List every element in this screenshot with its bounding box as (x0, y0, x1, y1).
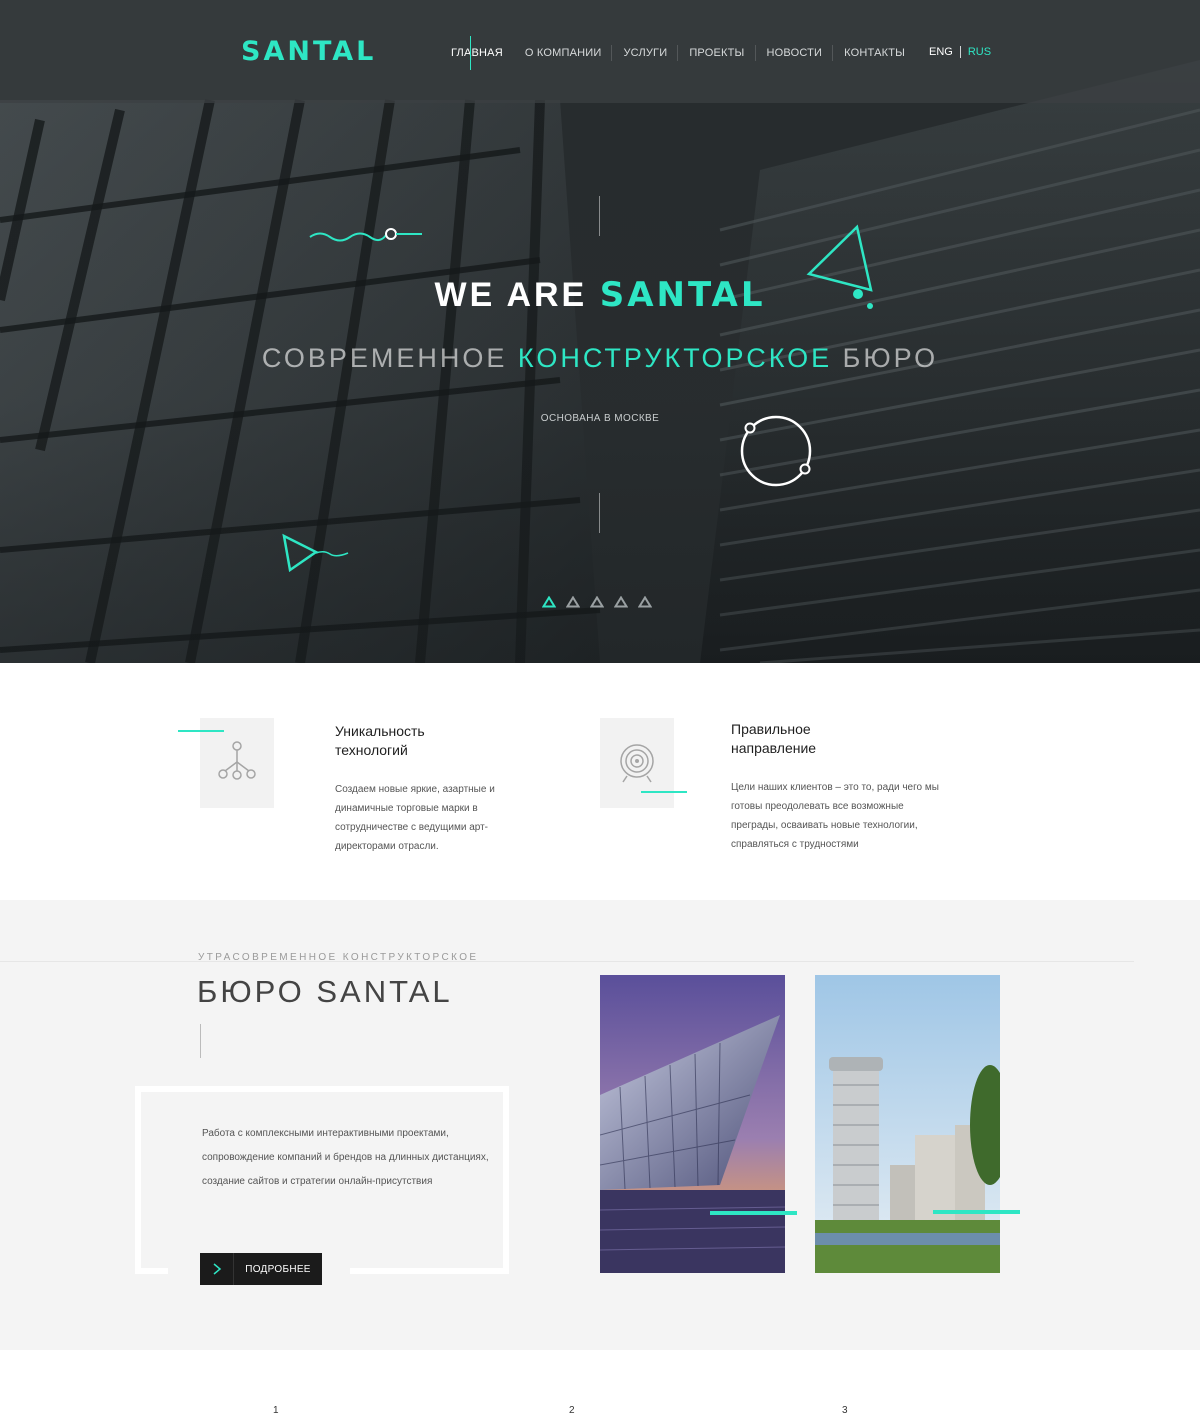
step-number: 1 (273, 1405, 279, 1416)
about-title: БЮРО SANTAL (197, 974, 453, 1009)
project-photo-glass-building[interactable] (600, 975, 785, 1273)
photo-accent-line (710, 1211, 797, 1215)
feature-accent-line (641, 791, 687, 793)
chevron-right-icon (200, 1253, 234, 1285)
nav-item-label: О КОМПАНИИ (524, 47, 602, 59)
step-number: 2 (569, 1405, 575, 1416)
nav-item-news[interactable]: НОВОСТИ (756, 36, 834, 70)
hero-title-prefix: WE ARE (434, 276, 588, 314)
wave-circle-icon (309, 228, 422, 242)
network-nodes-icon (218, 741, 256, 780)
about-vertical-line (200, 1024, 201, 1058)
main-nav: ГЛАВНАЯ О КОМПАНИИ УСЛУГИ ПРОЕКТЫ НОВОСТ… (440, 36, 916, 70)
language-switcher: ENG RUS (929, 46, 991, 58)
photo-accent-line (933, 1210, 1020, 1214)
target-icon (620, 744, 654, 783)
slider-pagination (542, 596, 652, 608)
hero-subtitle-before: СОВРЕМЕННОЕ (261, 343, 508, 373)
feature-icon-box (600, 718, 674, 808)
slide-dot-1-active[interactable] (542, 596, 556, 608)
about-text: Работа с комплексными интерактивными про… (202, 1128, 489, 1187)
feature-title-line: направление (731, 740, 817, 756)
hero-section: SANTAL ГЛАВНАЯ О КОМПАНИИ УСЛУГИ ПРОЕКТЫ… (0, 0, 1200, 663)
nav-item-label: КОНТАКТЫ (844, 47, 906, 59)
hero-top-line (599, 196, 600, 236)
lang-eng-link[interactable]: ENG (929, 46, 953, 58)
feature-title-line: Правильное (731, 721, 811, 737)
nav-item-projects[interactable]: ПРОЕКТЫ (678, 36, 756, 70)
about-section: УТРАСОВРЕМЕННОЕ КОНСТРУКТОРСКОЕ БЮРО SAN… (0, 900, 1200, 1350)
feature-title-line: Уникальность (335, 723, 425, 739)
hero-subtitle-accent: КОНСТРУКТОРСКОЕ (517, 343, 833, 373)
nav-item-label: НОВОСТИ (766, 47, 823, 59)
hero-bottom-line (599, 493, 600, 533)
about-kicker: УТРАСОВРЕМЕННОЕ КОНСТРУКТОРСКОЕ (198, 952, 479, 963)
lang-rus-link[interactable]: RUS (968, 46, 991, 58)
step-number: 3 (842, 1405, 848, 1416)
nav-item-home[interactable]: ГЛАВНАЯ (440, 36, 514, 70)
numbers-section: 1 2 3 (0, 1350, 1200, 1416)
nav-item-services[interactable]: УСЛУГИ (612, 36, 679, 70)
hero-subtitle: СОВРЕМЕННОЕ КОНСТРУКТОРСКОЕ БЮРО (0, 343, 1200, 374)
header-bar: SANTAL ГЛАВНАЯ О КОМПАНИИ УСЛУГИ ПРОЕКТЫ… (0, 0, 1200, 103)
project-photo-residential-towers[interactable] (815, 975, 1000, 1273)
about-divider (0, 961, 1134, 962)
feature-accent-line (178, 730, 224, 732)
slide-dot-3[interactable] (590, 596, 604, 608)
more-button[interactable]: ПОДРОБНЕЕ (200, 1253, 322, 1285)
feature-title-line: технологий (335, 742, 408, 758)
slide-dot-2[interactable] (566, 596, 580, 608)
nav-item-label: ПРОЕКТЫ (689, 47, 745, 59)
features-section: Уникальность технологий Создаем новые яр… (0, 663, 1200, 900)
nav-item-about[interactable]: О КОМПАНИИ (514, 36, 613, 70)
more-button-label: ПОДРОБНЕЕ (245, 1263, 311, 1275)
feature-text: Цели наших клиентов – это то, ради чего … (731, 782, 939, 850)
feature-title: Правильное направление (731, 720, 816, 758)
feature-title: Уникальность технологий (335, 722, 425, 760)
logo[interactable]: SANTAL (241, 36, 376, 67)
hero-title: WE ARE SANTAL (0, 275, 1200, 315)
feature-text: Создаем новые яркие, азартные и динамичн… (335, 784, 495, 852)
nav-item-label: УСЛУГИ (623, 47, 668, 59)
hero-note: ОСНОВАНА В МОСКВЕ (540, 413, 660, 424)
play-triangle-icon (282, 533, 349, 573)
slide-dot-4[interactable] (614, 596, 628, 608)
nav-item-contacts[interactable]: КОНТАКТЫ (833, 36, 916, 70)
slide-dot-5[interactable] (638, 596, 652, 608)
lang-divider (959, 46, 961, 58)
hero-subtitle-after: БЮРО (842, 343, 939, 373)
nav-active-marker (470, 36, 471, 70)
hero-title-accent: SANTAL (599, 275, 766, 315)
nav-item-label: ГЛАВНАЯ (451, 47, 503, 59)
